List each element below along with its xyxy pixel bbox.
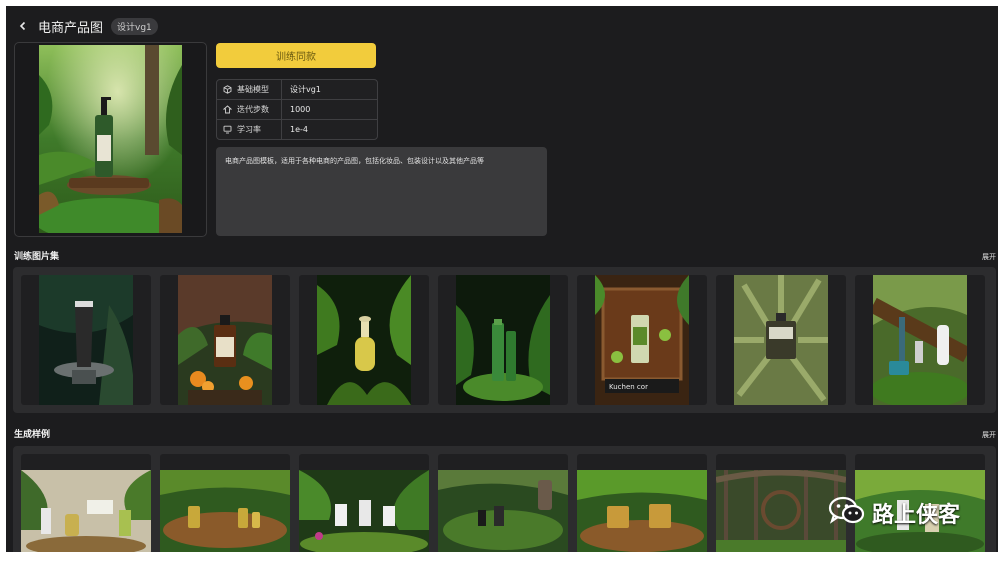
generated-image-card[interactable] bbox=[160, 454, 290, 552]
param-value: 1e-4 bbox=[290, 125, 308, 134]
generated-sample-1 bbox=[21, 470, 151, 552]
page-header: 电商产品图 设计vg1 bbox=[16, 16, 158, 36]
generated-section-title: 生成样例 bbox=[14, 430, 51, 440]
params-table: 基础模型 设计vg1 迭代步数 1000 学习率 1e-4 bbox=[216, 79, 378, 140]
cover-product-photo[interactable] bbox=[39, 45, 182, 233]
generated-sample-2 bbox=[160, 470, 290, 552]
steps-icon bbox=[223, 105, 232, 114]
cover-image-card bbox=[14, 42, 207, 237]
perfume-bottle-leaves-photo bbox=[734, 275, 828, 405]
param-label: 基础模型 bbox=[237, 85, 269, 94]
param-value: 1000 bbox=[290, 105, 311, 114]
param-label: 迭代步数 bbox=[237, 105, 269, 114]
training-image-strip: Kuchen cor bbox=[13, 267, 996, 413]
generated-image-card[interactable] bbox=[577, 454, 707, 552]
cosmetics-moss-log-photo bbox=[873, 275, 967, 405]
training-section-title: 训练图片集 bbox=[14, 252, 60, 262]
svg-text:Kuchen cor: Kuchen cor bbox=[609, 383, 648, 391]
page-title: 电商产品图 bbox=[38, 20, 104, 36]
yellow-dropper-bottle-ferns-photo bbox=[317, 275, 411, 405]
train-same-button[interactable]: 训练同款 bbox=[216, 43, 376, 68]
training-image-card[interactable] bbox=[299, 275, 429, 405]
generated-image-card[interactable] bbox=[438, 454, 568, 552]
generated-sample-3 bbox=[299, 470, 429, 552]
training-image-card[interactable]: Kuchen cor bbox=[577, 275, 707, 405]
description-text: 电商产品图模板，适用于各种电商的产品图，包括化妆品、包装设计以及其他产品等 bbox=[225, 157, 484, 165]
training-expand-link[interactable]: 展开 bbox=[982, 252, 996, 262]
cube-icon bbox=[223, 85, 232, 94]
wooden-box-kiwi-photo: Kuchen cor bbox=[595, 275, 689, 405]
back-chevron-icon[interactable] bbox=[16, 19, 30, 33]
param-row-steps: 迭代步数 1000 bbox=[217, 100, 377, 120]
param-row-base-model: 基础模型 设计vg1 bbox=[217, 80, 377, 100]
description-box: 电商产品图模板，适用于各种电商的产品图，包括化妆品、包装设计以及其他产品等 bbox=[216, 147, 547, 236]
training-image-card[interactable] bbox=[21, 275, 151, 405]
amber-bottle-with-oranges-photo bbox=[178, 275, 272, 405]
param-label: 学习率 bbox=[237, 125, 261, 134]
generated-expand-link[interactable]: 展开 bbox=[982, 430, 996, 440]
training-image-card[interactable] bbox=[160, 275, 290, 405]
generated-image-card[interactable] bbox=[716, 454, 846, 552]
generated-sample-4 bbox=[438, 470, 568, 552]
model-badge: 设计vg1 bbox=[111, 17, 158, 35]
training-image-card[interactable] bbox=[716, 275, 846, 405]
generated-image-card[interactable] bbox=[299, 454, 429, 552]
training-image-card[interactable] bbox=[855, 275, 985, 405]
wechat-icon bbox=[828, 496, 866, 530]
generated-image-card[interactable] bbox=[21, 454, 151, 552]
watermark-text: 路上侠客 bbox=[872, 503, 961, 528]
training-image-card[interactable] bbox=[438, 275, 568, 405]
param-row-learning-rate: 学习率 1e-4 bbox=[217, 120, 377, 139]
watermark: 路上侠客 bbox=[828, 496, 960, 530]
monitor-icon bbox=[223, 125, 232, 134]
generated-sample-6 bbox=[716, 470, 846, 552]
green-bottle-ferns-photo bbox=[456, 275, 550, 405]
generated-sample-5 bbox=[577, 470, 707, 552]
param-value: 设计vg1 bbox=[290, 85, 321, 94]
dark-tube-product-photo bbox=[39, 275, 133, 405]
app-window: 电商产品图 设计vg1 训练同款 基础模型 设计vg1 迭代步数 1000 学习… bbox=[6, 6, 998, 552]
